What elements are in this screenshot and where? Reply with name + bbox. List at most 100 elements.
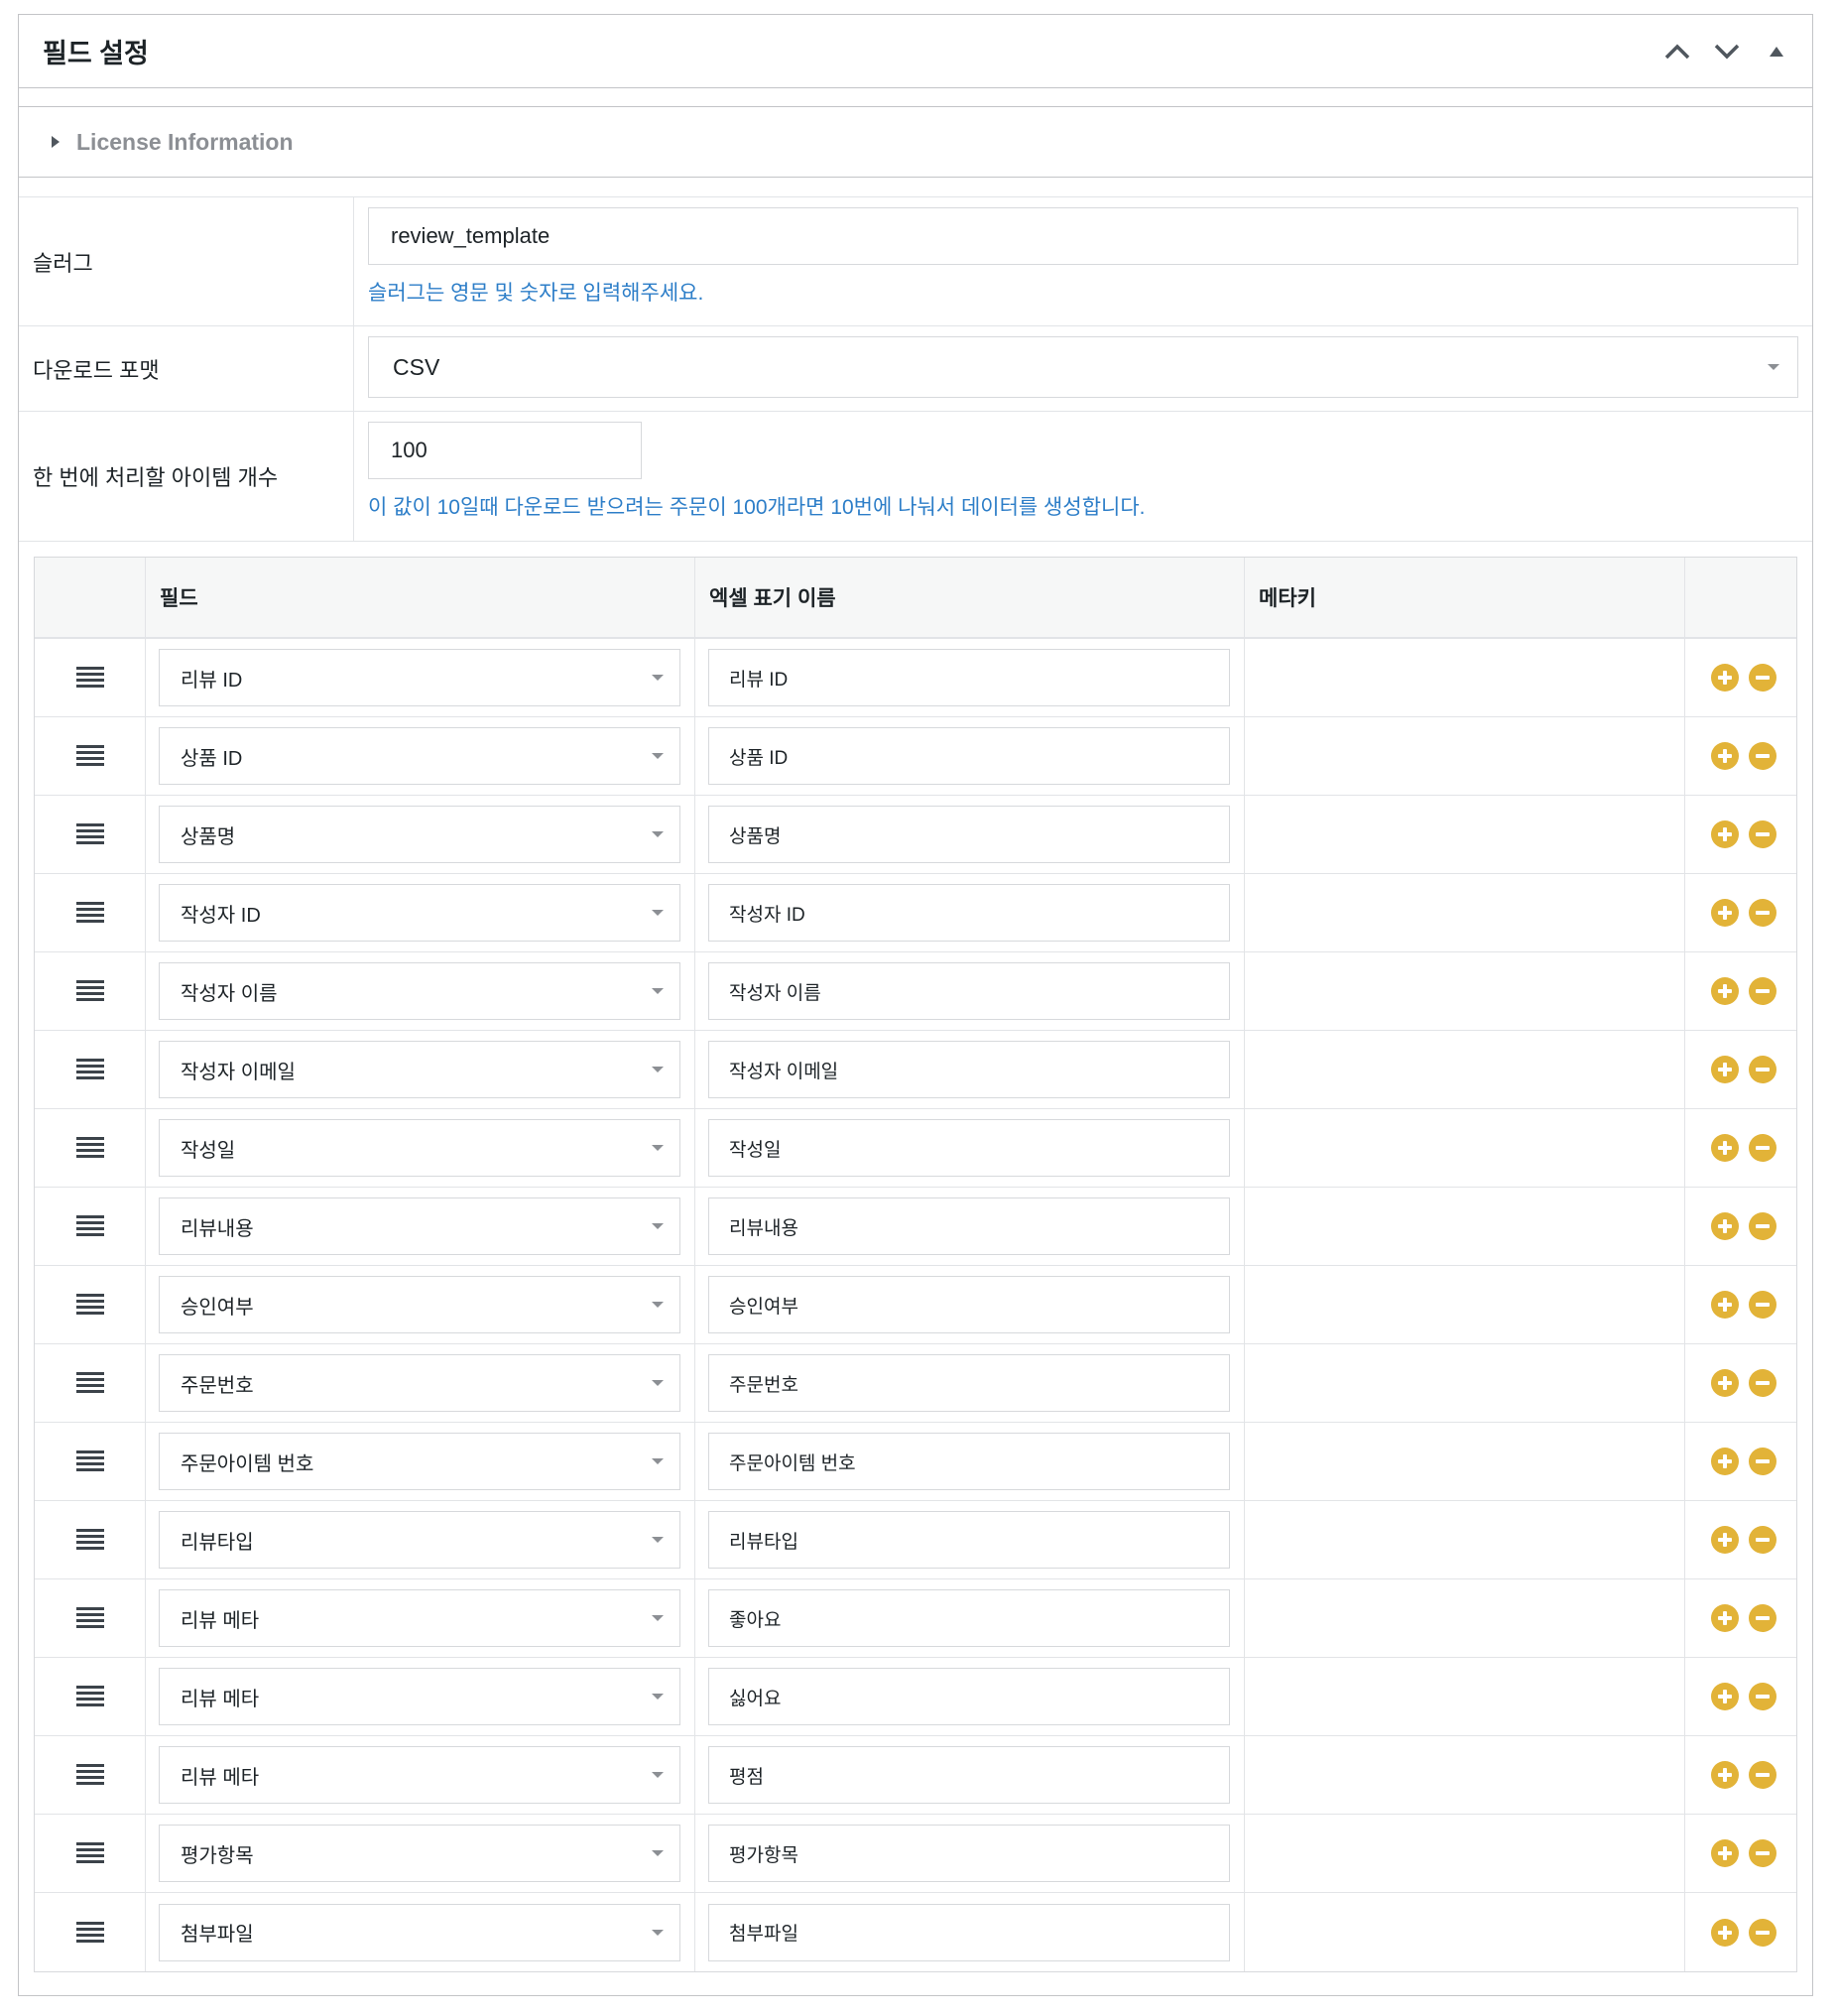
excel-name-input[interactable]: 주문아이템 번호	[708, 1433, 1230, 1490]
drag-handle[interactable]	[35, 1893, 146, 1971]
field-select[interactable]: 작성일	[159, 1119, 680, 1177]
add-row-button[interactable]	[1711, 1134, 1739, 1162]
remove-row-button[interactable]	[1749, 1056, 1776, 1083]
toggle-panel-button[interactable]	[1761, 36, 1792, 67]
remove-row-button[interactable]	[1749, 1526, 1776, 1554]
header-field: 필드	[146, 558, 695, 637]
excel-name-input[interactable]: 리뷰 ID	[708, 649, 1230, 706]
add-row-button[interactable]	[1711, 664, 1739, 692]
drag-handle[interactable]	[35, 874, 146, 951]
add-row-button[interactable]	[1711, 1683, 1739, 1710]
drag-handle-icon	[75, 823, 104, 844]
excel-name-input[interactable]: 싫어요	[708, 1668, 1230, 1725]
field-select[interactable]: 리뷰 메타	[159, 1746, 680, 1804]
drag-handle[interactable]	[35, 1501, 146, 1578]
move-up-button[interactable]	[1661, 36, 1693, 67]
remove-row-button[interactable]	[1749, 1839, 1776, 1867]
drag-handle[interactable]	[35, 1266, 146, 1343]
field-select[interactable]: 작성자 이메일	[159, 1041, 680, 1098]
add-row-button[interactable]	[1711, 820, 1739, 848]
excel-name-input[interactable]: 평가항목	[708, 1825, 1230, 1882]
remove-row-button[interactable]	[1749, 899, 1776, 927]
drag-handle[interactable]	[35, 1031, 146, 1108]
field-settings-panel: 필드 설정 License Information 슬러그 review_tem…	[18, 14, 1813, 1996]
field-select[interactable]: 작성자 이름	[159, 962, 680, 1020]
excel-name-input[interactable]: 리뷰타입	[708, 1511, 1230, 1569]
field-select[interactable]: 상품 ID	[159, 727, 680, 785]
drag-handle[interactable]	[35, 1658, 146, 1735]
field-select[interactable]: 주문번호	[159, 1354, 680, 1412]
excel-name-input[interactable]: 리뷰내용	[708, 1197, 1230, 1255]
excel-name-input[interactable]: 상품 ID	[708, 727, 1230, 785]
excel-name-input[interactable]: 승인여부	[708, 1276, 1230, 1333]
header-meta-key: 메타키	[1245, 558, 1685, 637]
drag-handle[interactable]	[35, 1109, 146, 1187]
field-select[interactable]: 평가항목	[159, 1825, 680, 1882]
remove-row-button[interactable]	[1749, 1134, 1776, 1162]
excel-name-input[interactable]: 작성자 이메일	[708, 1041, 1230, 1098]
remove-row-button[interactable]	[1749, 1683, 1776, 1710]
remove-row-button[interactable]	[1749, 1291, 1776, 1319]
excel-name-input[interactable]: 첨부파일	[708, 1903, 1230, 1961]
excel-name-input[interactable]: 작성자 ID	[708, 884, 1230, 942]
field-select[interactable]: 주문아이템 번호	[159, 1433, 680, 1490]
field-select[interactable]: 리뷰내용	[159, 1197, 680, 1255]
field-select[interactable]: 승인여부	[159, 1276, 680, 1333]
remove-row-button[interactable]	[1749, 742, 1776, 770]
add-row-button[interactable]	[1711, 742, 1739, 770]
add-row-button[interactable]	[1711, 1212, 1739, 1240]
add-row-button[interactable]	[1711, 1291, 1739, 1319]
move-down-button[interactable]	[1711, 36, 1743, 67]
field-select[interactable]: 상품명	[159, 806, 680, 863]
excel-name-input[interactable]: 주문번호	[708, 1354, 1230, 1412]
remove-row-button[interactable]	[1749, 1604, 1776, 1632]
drag-handle[interactable]	[35, 1736, 146, 1814]
excel-name-input[interactable]: 상품명	[708, 806, 1230, 863]
license-information-toggle[interactable]: License Information	[19, 106, 1812, 178]
add-row-button[interactable]	[1711, 1918, 1739, 1947]
field-select[interactable]: 리뷰 ID	[159, 649, 680, 706]
drag-handle[interactable]	[35, 1815, 146, 1892]
header-actions	[1685, 558, 1796, 637]
add-row-button[interactable]	[1711, 1369, 1739, 1397]
remove-row-button[interactable]	[1749, 1918, 1776, 1947]
drag-handle[interactable]	[35, 796, 146, 873]
add-row-button[interactable]	[1711, 1761, 1739, 1789]
add-row-button[interactable]	[1711, 977, 1739, 1005]
remove-row-button[interactable]	[1749, 1212, 1776, 1240]
field-select[interactable]: 첨부파일	[159, 1903, 680, 1961]
field-select[interactable]: 리뷰타입	[159, 1511, 680, 1569]
excel-name-input[interactable]: 평점	[708, 1746, 1230, 1804]
drag-handle[interactable]	[35, 639, 146, 716]
excel-name-input[interactable]: 좋아요	[708, 1589, 1230, 1647]
format-select[interactable]: CSV	[368, 336, 1798, 398]
remove-row-button[interactable]	[1749, 664, 1776, 692]
remove-row-button[interactable]	[1749, 820, 1776, 848]
add-row-button[interactable]	[1711, 1448, 1739, 1475]
caret-down-icon	[652, 675, 664, 681]
add-row-button[interactable]	[1711, 1604, 1739, 1632]
add-row-button[interactable]	[1711, 1526, 1739, 1554]
excel-name-input[interactable]: 작성자 이름	[708, 962, 1230, 1020]
add-row-button[interactable]	[1711, 899, 1739, 927]
caret-down-icon	[652, 831, 664, 837]
field-select[interactable]: 리뷰 메타	[159, 1668, 680, 1725]
remove-row-button[interactable]	[1749, 1448, 1776, 1475]
drag-handle[interactable]	[35, 952, 146, 1030]
drag-handle[interactable]	[35, 1579, 146, 1657]
drag-handle-icon	[75, 745, 104, 766]
remove-row-button[interactable]	[1749, 1761, 1776, 1789]
remove-row-button[interactable]	[1749, 977, 1776, 1005]
drag-handle[interactable]	[35, 1344, 146, 1422]
drag-handle[interactable]	[35, 717, 146, 795]
batch-size-input[interactable]: 100	[368, 422, 642, 479]
drag-handle[interactable]	[35, 1188, 146, 1265]
excel-name-input[interactable]: 작성일	[708, 1119, 1230, 1177]
drag-handle[interactable]	[35, 1423, 146, 1500]
add-row-button[interactable]	[1711, 1839, 1739, 1867]
remove-row-button[interactable]	[1749, 1369, 1776, 1397]
field-select[interactable]: 작성자 ID	[159, 884, 680, 942]
field-select[interactable]: 리뷰 메타	[159, 1589, 680, 1647]
slug-input[interactable]: review_template	[368, 207, 1798, 265]
add-row-button[interactable]	[1711, 1056, 1739, 1083]
